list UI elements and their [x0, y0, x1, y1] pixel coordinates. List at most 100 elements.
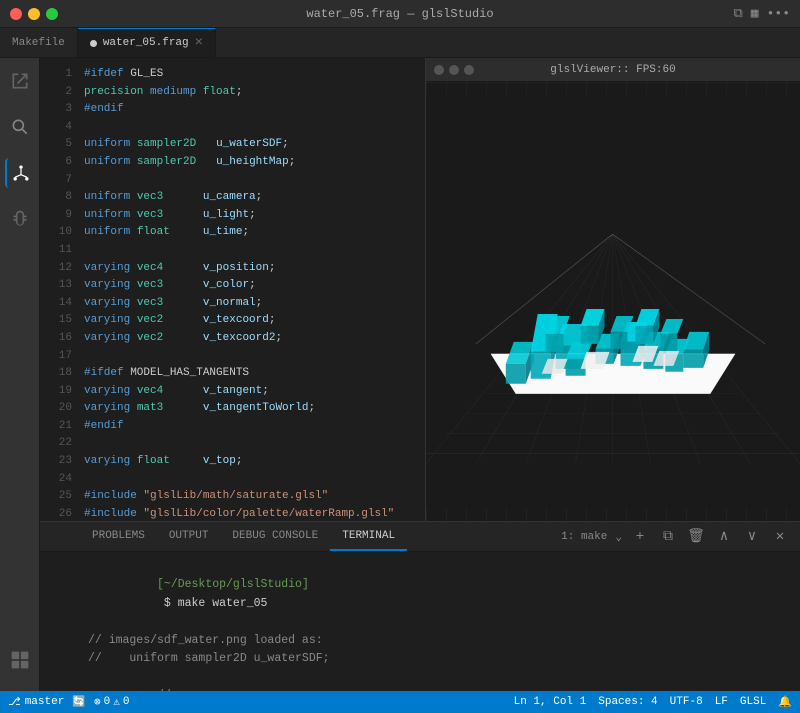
code-line-26: #include "glslLib/color/palette/waterRam…: [84, 506, 417, 521]
notification-bell-icon[interactable]: 🔔: [778, 695, 792, 709]
close-button[interactable]: [10, 8, 22, 20]
code-line-23: varying float v_top;: [84, 453, 417, 471]
minimize-button[interactable]: [28, 8, 40, 20]
tab-bar: Makefile water_05.frag ×: [0, 28, 800, 58]
tab-terminal[interactable]: TERMINAL: [330, 522, 407, 551]
terminal-label: TERMINAL: [342, 530, 395, 542]
activity-debug[interactable]: [5, 204, 35, 234]
window-title: water_05.frag — glslStudio: [306, 7, 493, 21]
code-editor[interactable]: 1234567891011121314151617181920212223242…: [40, 58, 425, 521]
error-count: 0: [104, 696, 111, 708]
code-line-11: [84, 242, 417, 260]
titlebar-actions: ⧉ ▦ •••: [733, 6, 790, 21]
code-line-2: precision mediump float;: [84, 84, 417, 102]
terminal-command: $ make water_05: [157, 597, 267, 610]
activity-bar: [0, 58, 40, 691]
viewer-close-btn[interactable]: [434, 65, 444, 75]
viewer-panel: glslViewer:: FPS:60: [425, 58, 800, 521]
tab-makefile[interactable]: Makefile: [0, 28, 78, 57]
code-line-8: uniform vec3 u_camera;: [84, 189, 417, 207]
task-label: 1: make: [561, 531, 607, 543]
code-content[interactable]: #ifdef GL_ESprecision mediump float;#end…: [76, 58, 425, 521]
delete-terminal-btn[interactable]: 🗑: [686, 527, 706, 547]
statusbar-errors[interactable]: ⊗ 0 ⚠ 0: [94, 695, 129, 709]
code-line-4: [84, 119, 417, 137]
sync-icon: 🔄: [72, 695, 86, 709]
code-line-1: #ifdef GL_ES: [84, 66, 417, 84]
makefile-tab-label: Makefile: [12, 37, 65, 49]
git-branch[interactable]: ⎇ master: [8, 695, 64, 709]
viewer-titlebar: glslViewer:: FPS:60: [426, 58, 800, 82]
viewer-max-btn[interactable]: [464, 65, 474, 75]
minimize-panel-btn[interactable]: ∨: [742, 527, 762, 547]
maximize-button[interactable]: [46, 8, 58, 20]
activity-git[interactable]: [5, 158, 35, 188]
git-branch-icon: ⎇: [8, 695, 21, 709]
code-line-3: #endif: [84, 101, 417, 119]
panel-tab-bar: PROBLEMS OUTPUT DEBUG CONSOLE TERMINAL 1…: [40, 522, 800, 552]
activity-explorer[interactable]: [5, 66, 35, 96]
code-line-24: [84, 471, 417, 489]
statusbar-right: Ln 1, Col 1 Spaces: 4 UTF-8 LF GLSL 🔔: [514, 695, 792, 709]
code-line-13: varying vec3 v_color;: [84, 277, 417, 295]
terminal-output-3: // // uniform vec2 u_waterSDFResolution;: [88, 668, 792, 691]
tab-close-icon[interactable]: ×: [195, 36, 203, 50]
git-branch-name: master: [25, 696, 65, 708]
code-line-15: varying vec2 v_texcoord;: [84, 312, 417, 330]
window-controls: [10, 8, 58, 20]
tab-problems[interactable]: PROBLEMS: [80, 522, 157, 551]
indentation[interactable]: Spaces: 4: [598, 696, 657, 708]
3d-visualization: [426, 82, 800, 521]
more-icon[interactable]: •••: [767, 6, 790, 21]
tab-output[interactable]: OUTPUT: [157, 522, 221, 551]
terminal-cwd: [~/Desktop/glslStudio]: [157, 578, 309, 591]
cursor-position[interactable]: Ln 1, Col 1: [514, 696, 587, 708]
code-line-14: varying vec3 v_normal;: [84, 295, 417, 313]
language-mode[interactable]: GLSL: [740, 696, 766, 708]
statusbar-sync[interactable]: 🔄: [72, 695, 86, 709]
code-line-20: varying mat3 v_tangentToWorld;: [84, 400, 417, 418]
status-bar: ⎇ master 🔄 ⊗ 0 ⚠ 0 Ln 1, Col 1 Spaces: 4…: [0, 691, 800, 713]
debug-console-label: DEBUG CONSOLE: [232, 530, 318, 542]
warning-count: 0: [123, 696, 130, 708]
tab-water05[interactable]: water_05.frag ×: [78, 28, 216, 57]
close-panel-btn[interactable]: ✕: [770, 527, 790, 547]
code-line-16: varying vec2 v_texcoord2;: [84, 330, 417, 348]
code-line-19: varying vec4 v_tangent;: [84, 383, 417, 401]
terminal-output-1: // images/sdf_water.png loaded as:: [88, 632, 792, 650]
code-line-6: uniform sampler2D u_heightMap;: [84, 154, 417, 172]
viewer-min-btn[interactable]: [449, 65, 459, 75]
terminal-prompt-line: [~/Desktop/glslStudio] $ make water_05: [88, 558, 792, 632]
warning-icon: ⚠: [113, 695, 120, 709]
output-label: OUTPUT: [169, 530, 209, 542]
layout-icon[interactable]: ▦: [751, 6, 759, 21]
error-icon: ⊗: [94, 695, 101, 709]
code-line-18: #ifdef MODEL_HAS_TANGENTS: [84, 365, 417, 383]
task-separator: ⌄: [615, 530, 622, 544]
code-line-12: varying vec4 v_position;: [84, 260, 417, 278]
code-line-17: [84, 348, 417, 366]
problems-label: PROBLEMS: [92, 530, 145, 542]
activity-extensions[interactable]: [5, 645, 35, 675]
code-line-7: [84, 172, 417, 190]
panel-actions: 1: make ⌄ + ⧉ 🗑 ∧ ∨ ✕: [561, 522, 790, 551]
split-editor-icon[interactable]: ⧉: [733, 6, 742, 21]
activity-search[interactable]: [5, 112, 35, 142]
water05-tab-label: water_05.frag: [103, 37, 189, 49]
viewer-window-controls: [434, 65, 474, 75]
line-ending[interactable]: LF: [715, 696, 728, 708]
terminal-content[interactable]: [~/Desktop/glslStudio] $ make water_05 /…: [40, 552, 800, 691]
viewer-title: glslViewer:: FPS:60: [550, 64, 675, 76]
statusbar-left: ⎇ master 🔄 ⊗ 0 ⚠ 0: [8, 695, 129, 709]
code-line-10: uniform float u_time;: [84, 224, 417, 242]
viewer-canvas: [426, 82, 800, 521]
maximize-panel-btn[interactable]: ∧: [714, 527, 734, 547]
split-terminal-btn[interactable]: ⧉: [658, 527, 678, 547]
terminal-output-indent: //: [157, 689, 198, 691]
file-encoding[interactable]: UTF-8: [670, 696, 703, 708]
titlebar: water_05.frag — glslStudio ⧉ ▦ •••: [0, 0, 800, 28]
add-terminal-btn[interactable]: +: [630, 527, 650, 547]
tab-dot: [90, 40, 97, 47]
line-numbers: 1234567891011121314151617181920212223242…: [40, 58, 76, 521]
tab-debug-console[interactable]: DEBUG CONSOLE: [220, 522, 330, 551]
